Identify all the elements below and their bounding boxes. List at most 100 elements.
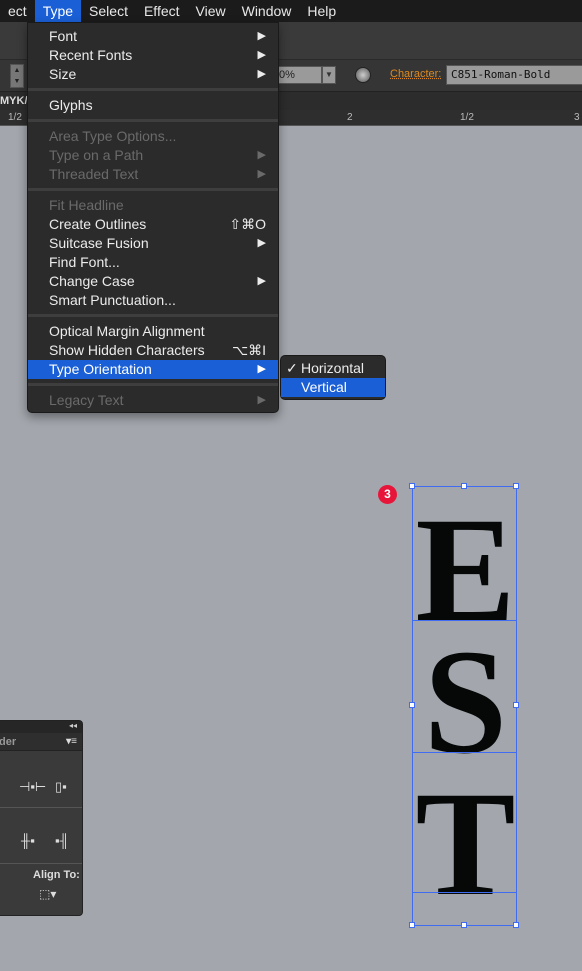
resize-handle[interactable]	[461, 483, 467, 489]
menu-item-fit-headline: Fit Headline	[28, 196, 278, 215]
menu-separator	[28, 379, 278, 391]
menu-item-label: Find Font...	[49, 254, 120, 270]
chevron-right-icon: ▶	[257, 49, 266, 61]
align-to-selection-icon[interactable]: ⬚▾	[39, 887, 56, 901]
collapse-icon[interactable]: ◂◂	[0, 721, 82, 733]
menu-item-label: Type on a Path	[49, 147, 144, 163]
baseline	[413, 892, 517, 893]
distribute-right-icon[interactable]: ▪╢	[55, 833, 69, 848]
chevron-right-icon: ▶	[257, 168, 266, 180]
type-orientation-submenu: ✓ Horizontal Vertical	[280, 355, 386, 400]
type-menu: Font ▶ Recent Fonts ▶ Size ▶ Glyphs Area Type O…	[27, 22, 279, 413]
menu-item-create-outlines[interactable]: Create Outlines ⇧⌘O	[28, 215, 278, 234]
menu-item-label: Create Outlines	[49, 216, 147, 232]
menu-item-label: Change Case	[49, 273, 135, 289]
menu-item-type-orientation[interactable]: Type Orientation ▶	[28, 360, 278, 379]
panel-tab-label: der	[0, 736, 17, 748]
distribute-horizontal-center-icon[interactable]: ╫▪	[21, 833, 35, 848]
panel-menu-icon[interactable]: ▾≡	[66, 733, 77, 751]
text-glyph: T	[415, 761, 516, 927]
baseline	[413, 752, 517, 753]
menu-separator	[28, 184, 278, 196]
menu-select[interactable]: Select	[81, 0, 136, 22]
menu-item-vertical[interactable]: Vertical	[281, 378, 385, 397]
panel-tab[interactable]: der ▾≡	[0, 733, 82, 751]
menu-item-find-font[interactable]: Find Font...	[28, 253, 278, 272]
ruler-tick: 1/2	[460, 112, 474, 123]
font-field[interactable]: C851-Roman-Bold	[446, 65, 582, 85]
menu-item-font[interactable]: Font ▶	[28, 27, 278, 46]
align-bottom-icon[interactable]: ▯▪	[55, 779, 67, 795]
menu-item-threaded-text: Threaded Text ▶	[28, 165, 278, 184]
resize-handle[interactable]	[513, 483, 519, 489]
menu-help[interactable]: Help	[299, 0, 344, 22]
menu-bar: ect Type Select Effect View Window Help	[0, 0, 582, 22]
chevron-right-icon: ▶	[257, 30, 266, 42]
character-label[interactable]: Character:	[390, 68, 441, 80]
chevron-right-icon: ▶	[257, 149, 266, 161]
menu-item-label: Horizontal	[301, 360, 365, 376]
menu-separator	[28, 310, 278, 322]
menu-item-label: Fit Headline	[49, 197, 124, 213]
menu-item-label: Type Orientation	[49, 361, 152, 377]
resize-handle[interactable]	[513, 922, 519, 928]
menu-item-label: Show Hidden Characters	[49, 342, 205, 358]
resize-handle[interactable]	[409, 483, 415, 489]
menu-separator	[28, 84, 278, 96]
menu-view[interactable]: View	[188, 0, 234, 22]
text-glyph: S	[423, 619, 508, 785]
menu-item-area-type-options: Area Type Options...	[28, 127, 278, 146]
step-badge: 3	[378, 485, 397, 504]
chevron-right-icon: ▶	[257, 275, 266, 287]
menu-item-horizontal[interactable]: ✓ Horizontal	[281, 359, 385, 378]
menu-item-glyphs[interactable]: Glyphs	[28, 96, 278, 115]
menu-item-label: Recent Fonts	[49, 47, 133, 63]
align-panel: ◂◂ der ▾≡ ⊣▪⊢ ▯▪ ╫▪ ▪╢ Align To: ⬚▾	[0, 720, 83, 916]
chevron-right-icon: ▶	[257, 394, 266, 406]
menu-item-label: Optical Margin Alignment	[49, 323, 205, 339]
resize-handle[interactable]	[513, 702, 519, 708]
menu-item-show-hidden-characters[interactable]: Show Hidden Characters ⌥⌘I	[28, 341, 278, 360]
shortcut-label: ⌥⌘I	[231, 342, 266, 358]
menu-item-legacy-text: Legacy Text ▶	[28, 391, 278, 410]
menu-item-label: Size	[49, 66, 77, 82]
menu-item-label: Suitcase Fusion	[49, 235, 149, 251]
menu-item-smart-punctuation[interactable]: Smart Punctuation...	[28, 291, 278, 310]
menu-item-label: Area Type Options...	[49, 128, 177, 144]
resize-handle[interactable]	[409, 922, 415, 928]
menu-item-label: Font	[49, 28, 78, 44]
menu-item-label: Smart Punctuation...	[49, 292, 176, 308]
recolor-icon[interactable]	[355, 67, 371, 83]
align-to-label: Align To:	[33, 869, 80, 881]
chevron-right-icon: ▶	[257, 68, 266, 80]
ruler-tick: 3	[574, 112, 580, 123]
menu-effect[interactable]: Effect	[136, 0, 188, 22]
vertical-text-frame[interactable]: E S T	[409, 483, 519, 928]
ruler-tick: 2	[347, 112, 353, 123]
menu-window[interactable]: Window	[234, 0, 300, 22]
menu-item-recent-fonts[interactable]: Recent Fonts ▶	[28, 46, 278, 65]
align-vertical-center-icon[interactable]: ⊣▪⊢	[19, 779, 46, 795]
menu-separator	[28, 115, 278, 127]
checkmark-icon: ✓	[286, 360, 298, 376]
chevron-right-icon: ▶	[257, 237, 266, 249]
menu-item-label: Legacy Text	[49, 392, 124, 408]
value-stepper[interactable]: ▲ ▼	[10, 64, 24, 88]
menu-item-change-case[interactable]: Change Case ▶	[28, 272, 278, 291]
resize-handle[interactable]	[461, 922, 467, 928]
chevron-right-icon: ▶	[257, 363, 266, 375]
menu-item-label: Vertical	[301, 379, 347, 395]
menu-item-type-on-a-path: Type on a Path ▶	[28, 146, 278, 165]
menu-ect[interactable]: ect	[0, 0, 35, 22]
resize-handle[interactable]	[409, 702, 415, 708]
menu-item-suitcase-fusion[interactable]: Suitcase Fusion ▶	[28, 234, 278, 253]
document-tab-label: MYK/	[0, 95, 28, 107]
menu-item-optical-margin-alignment[interactable]: Optical Margin Alignment	[28, 322, 278, 341]
chevron-down-icon[interactable]: ▼	[322, 66, 336, 84]
menu-type[interactable]: Type	[34, 0, 82, 22]
menu-item-size[interactable]: Size ▶	[28, 65, 278, 84]
ruler-tick: 1/2	[8, 112, 22, 123]
menu-item-label: Threaded Text	[49, 166, 139, 182]
shortcut-label: ⇧⌘O	[229, 216, 266, 232]
menu-item-label: Glyphs	[49, 97, 93, 113]
